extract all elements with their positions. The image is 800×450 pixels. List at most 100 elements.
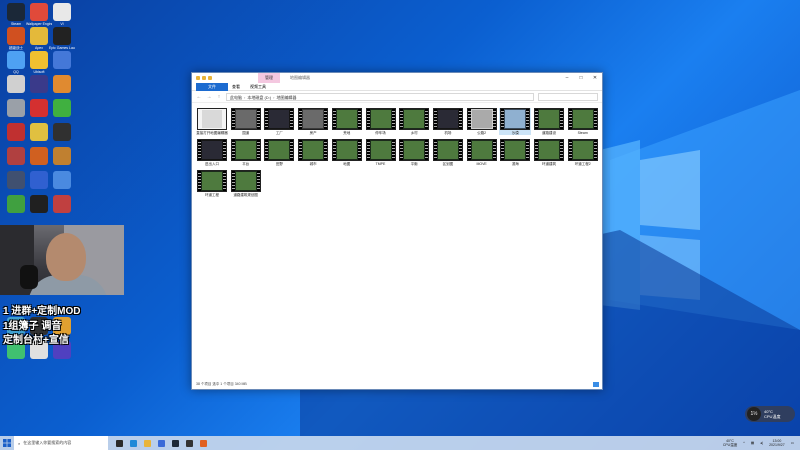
file-item[interactable]: MOVE bbox=[466, 139, 498, 166]
app-icon bbox=[7, 195, 25, 213]
file-thumbnail bbox=[365, 139, 396, 161]
file-item[interactable]: 平衡 bbox=[398, 139, 430, 166]
app-icon bbox=[53, 75, 71, 93]
file-item[interactable]: 机场 bbox=[432, 108, 464, 135]
file-item[interactable]: 田野 bbox=[263, 139, 295, 166]
file-item[interactable]: 直接打开地图编辑器 bbox=[196, 108, 228, 135]
network-icon[interactable]: ▦ bbox=[751, 441, 754, 445]
file-label: 进出入口 bbox=[205, 162, 219, 166]
file-label: 沙漠 bbox=[511, 131, 519, 135]
file-label: 荒地 bbox=[343, 131, 351, 135]
file-item[interactable]: 荒地 bbox=[331, 108, 363, 135]
file-item[interactable]: 滨海 bbox=[499, 139, 531, 166]
close-button[interactable]: ✕ bbox=[588, 73, 602, 83]
file-item[interactable]: 环道工程 bbox=[196, 170, 228, 197]
file-label: 道路建设 bbox=[542, 131, 556, 135]
clock[interactable]: 13:00 2021/9/27 bbox=[769, 439, 785, 447]
file-item[interactable]: 城市 bbox=[297, 139, 329, 166]
app-icon bbox=[30, 3, 48, 21]
ribbon-tab[interactable]: 视频工具 bbox=[250, 83, 266, 90]
file-thumbnail bbox=[365, 108, 396, 130]
game-icon[interactable] bbox=[182, 436, 196, 450]
breadcrumb-item[interactable]: 地图编辑器 bbox=[276, 95, 296, 100]
file-item[interactable]: 乡村 bbox=[398, 108, 430, 135]
weather-widget[interactable]: 40°C CPU温度 bbox=[723, 439, 737, 447]
file-thumbnail bbox=[500, 108, 531, 130]
store-icon[interactable] bbox=[154, 436, 168, 450]
start-button[interactable] bbox=[0, 436, 14, 450]
file-label: 直接打开地图编辑器 bbox=[196, 131, 228, 135]
ribbon-tab[interactable]: 查看 bbox=[232, 83, 240, 90]
app-icon bbox=[7, 171, 25, 189]
address-row: ← → ↑ 此电脑 › 本地磁盘 (D:) › 地图编辑器 bbox=[192, 91, 602, 103]
overlay-text-1: 1 进群+定制MOD bbox=[3, 306, 81, 317]
file-item[interactable]: 沙漠 bbox=[499, 108, 532, 135]
overlay-text-3: 定制台村+宣信 bbox=[3, 335, 69, 346]
status-bar: 38 个项目 选中 1 个项目 340 MB bbox=[192, 380, 602, 389]
file-item[interactable]: TMPE bbox=[365, 139, 397, 166]
task-view-icon[interactable] bbox=[112, 436, 126, 450]
app-icon[interactable] bbox=[196, 436, 210, 450]
desktop-shortcut[interactable]: VI bbox=[49, 3, 75, 26]
desktop-shortcut[interactable] bbox=[49, 123, 75, 142]
app-icon bbox=[53, 51, 71, 69]
folder-icon[interactable] bbox=[140, 436, 154, 450]
ribbon-tab[interactable]: 文件 bbox=[196, 83, 228, 91]
file-item[interactable]: 进出入口 bbox=[196, 139, 228, 166]
file-thumbnail bbox=[466, 108, 497, 130]
file-item[interactable]: Steam bbox=[567, 108, 599, 135]
desktop-shortcut[interactable] bbox=[49, 51, 75, 70]
search-box[interactable] bbox=[538, 92, 598, 101]
file-item[interactable]: 道路建筑规划图 bbox=[230, 170, 262, 197]
file-item[interactable]: 房产 bbox=[297, 108, 329, 135]
breadcrumb-item[interactable]: 本地磁盘 (D:) bbox=[247, 95, 271, 100]
chevron-up-icon[interactable]: ^ bbox=[743, 441, 745, 445]
desktop-shortcut[interactable] bbox=[49, 147, 75, 166]
file-label: 乡村 bbox=[410, 131, 418, 135]
app-icon bbox=[53, 99, 71, 117]
desktop-shortcut[interactable] bbox=[49, 195, 75, 214]
back-arrow-icon[interactable]: ← bbox=[196, 94, 202, 100]
windows-logo-icon bbox=[3, 439, 11, 447]
file-thumbnail bbox=[399, 108, 430, 130]
desktop-shortcut[interactable] bbox=[49, 171, 75, 190]
app-icon bbox=[30, 27, 48, 45]
file-thumbnail bbox=[298, 139, 329, 161]
desktop-shortcut[interactable]: Epic Games Launcher bbox=[49, 27, 75, 50]
file-item[interactable]: 地图 bbox=[331, 139, 363, 166]
file-item[interactable]: 工厂 bbox=[263, 108, 295, 135]
file-item[interactable]: 公路2 bbox=[466, 108, 498, 135]
file-thumbnail bbox=[399, 139, 430, 161]
minimize-button[interactable]: – bbox=[560, 73, 574, 83]
up-arrow-icon[interactable]: ↑ bbox=[216, 94, 222, 100]
file-item[interactable]: 道路建设 bbox=[533, 108, 565, 135]
desktop-shortcut[interactable] bbox=[49, 99, 75, 118]
file-thumbnail bbox=[230, 108, 261, 130]
address-bar[interactable]: 此电脑 › 本地磁盘 (D:) › 地图编辑器 bbox=[226, 92, 534, 101]
notification-icon[interactable]: ▭ bbox=[791, 441, 794, 445]
maximize-button[interactable]: □ bbox=[574, 73, 588, 83]
view-toggle-icon[interactable] bbox=[593, 382, 599, 387]
ribbon-tabs: 文件主页共享查看视频工具 bbox=[192, 83, 602, 91]
desktop-shortcut-label: Epic Games Launcher bbox=[49, 46, 75, 50]
pinned-apps bbox=[112, 436, 210, 450]
steam-icon[interactable] bbox=[168, 436, 182, 450]
file-item[interactable]: 国道 bbox=[230, 108, 262, 135]
file-item[interactable]: 环道工程2 bbox=[567, 139, 599, 166]
notification-toast[interactable]: 1½ 40°C CPU温度 bbox=[745, 406, 795, 422]
file-item[interactable]: 停车场 bbox=[365, 108, 397, 135]
file-thumbnail bbox=[432, 139, 463, 161]
file-label: 平台 bbox=[242, 162, 250, 166]
breadcrumb-item[interactable]: 此电脑 bbox=[230, 95, 242, 100]
file-item[interactable]: 环道建筑 bbox=[533, 139, 565, 166]
volume-icon[interactable]: ◂) bbox=[760, 441, 763, 445]
quick-access-toolbar[interactable] bbox=[196, 76, 212, 80]
forward-arrow-icon[interactable]: → bbox=[206, 94, 212, 100]
edge-icon[interactable] bbox=[126, 436, 140, 450]
taskbar-search[interactable]: ⌕ 在这里输入你要搜索的内容 bbox=[14, 436, 108, 450]
file-item[interactable]: 区划图 bbox=[432, 139, 464, 166]
desktop-shortcut[interactable] bbox=[49, 75, 75, 94]
file-item[interactable]: 平台 bbox=[230, 139, 262, 166]
app-icon bbox=[53, 147, 71, 165]
context-tab-manage[interactable]: 管理 bbox=[258, 73, 280, 83]
